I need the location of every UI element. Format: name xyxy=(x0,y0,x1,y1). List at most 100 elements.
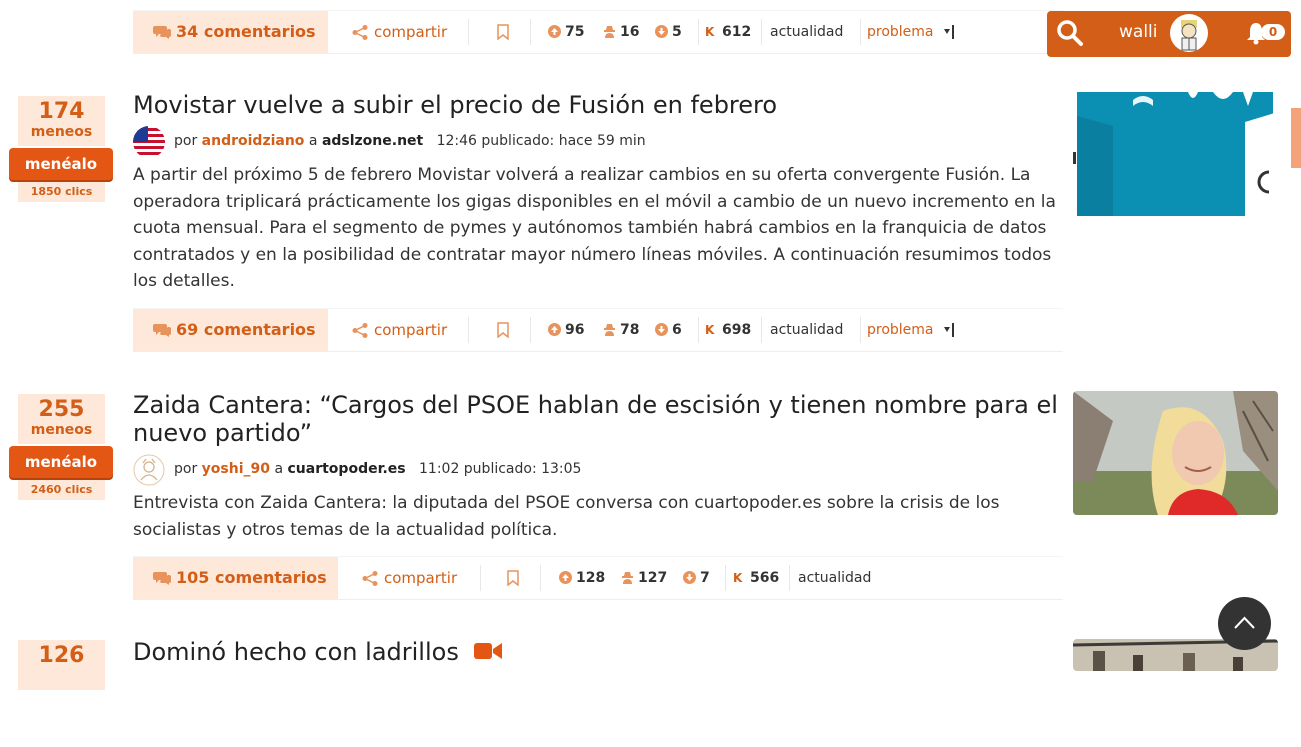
search-icon[interactable] xyxy=(1053,16,1087,50)
story-title-text: Dominó hecho con ladrillos xyxy=(133,638,459,666)
upvotes-count: 96 xyxy=(565,322,585,338)
to-label: a xyxy=(308,133,318,149)
upvotes: 96 xyxy=(548,309,585,351)
arrow-down-icon xyxy=(683,571,696,584)
source-site[interactable]: adslzone.net xyxy=(322,133,423,149)
divider xyxy=(468,19,469,45)
user-avatar[interactable] xyxy=(133,126,165,158)
share-label: compartir xyxy=(374,321,448,339)
karma-value: 566 xyxy=(750,570,780,586)
karma: K 566 xyxy=(733,557,780,599)
category-link[interactable]: actualidad xyxy=(770,11,843,53)
share-icon xyxy=(352,25,368,40)
votes-count: 126 xyxy=(38,643,85,668)
user-avatar[interactable] xyxy=(1170,14,1208,52)
downvotes-count: 5 xyxy=(672,24,682,40)
share-button[interactable]: compartir xyxy=(352,11,448,53)
comments-button[interactable]: 105 comentarios xyxy=(133,557,338,599)
divider xyxy=(530,19,531,45)
share-icon xyxy=(362,571,378,586)
username[interactable]: walli xyxy=(1119,22,1158,42)
share-label: compartir xyxy=(374,23,448,41)
anonymous-count: 78 xyxy=(620,322,640,338)
arrow-up-icon xyxy=(548,323,561,336)
scrollbar-thumb[interactable] xyxy=(1291,108,1301,168)
anonymous-votes: 78 xyxy=(604,309,640,351)
downvotes-count: 6 xyxy=(672,322,682,338)
story-thumbnail[interactable] xyxy=(1073,391,1278,515)
story-thumbnail[interactable] xyxy=(1073,92,1278,216)
divider xyxy=(480,565,481,591)
user-avatar[interactable] xyxy=(133,454,165,486)
story-description: A partir del próximo 5 de febrero Movist… xyxy=(133,165,1056,291)
divider xyxy=(530,317,531,343)
downvotes: 5 xyxy=(655,11,682,53)
divider xyxy=(725,565,726,591)
comments-count: 105 comentarios xyxy=(176,568,327,587)
share-label: compartir xyxy=(384,569,458,587)
upvotes: 75 xyxy=(548,11,585,53)
bookmark-icon[interactable] xyxy=(496,322,510,338)
comments-icon xyxy=(153,26,171,39)
problem-label: problema xyxy=(867,322,934,338)
by-label: por xyxy=(174,461,198,477)
anonymous-votes: 127 xyxy=(622,557,667,599)
anonymous-count: 16 xyxy=(620,24,640,40)
comments-button[interactable]: 34 comentarios xyxy=(133,11,328,53)
comments-button[interactable]: 69 comentarios xyxy=(133,309,328,351)
share-button[interactable]: compartir xyxy=(362,557,458,599)
story-title[interactable]: Dominó hecho con ladrillos xyxy=(133,638,503,666)
comments-count: 69 comentarios xyxy=(176,320,316,339)
votes-count: 255 xyxy=(38,397,85,422)
submitter-link[interactable]: yoshi_90 xyxy=(202,461,270,477)
meneos-counter: 126 xyxy=(18,640,105,690)
bookmark-icon[interactable] xyxy=(496,24,510,40)
votes-count: 174 xyxy=(38,99,85,124)
upvotes-count: 128 xyxy=(576,570,606,586)
to-label: a xyxy=(274,461,284,477)
votes-label: meneos xyxy=(30,124,93,140)
user-bar: walli 0 xyxy=(1047,11,1291,57)
back-to-top-button[interactable] xyxy=(1218,597,1271,650)
karma-value: 698 xyxy=(722,322,752,338)
source-site[interactable]: cuartopoder.es xyxy=(288,461,406,477)
arrow-up-icon xyxy=(559,571,572,584)
share-button[interactable]: compartir xyxy=(352,309,448,351)
arrow-down-icon xyxy=(655,323,668,336)
bookmark-icon[interactable] xyxy=(506,570,520,586)
story-title[interactable]: Movistar vuelve a subir el precio de Fus… xyxy=(133,91,777,119)
votes-label: meneos xyxy=(30,422,93,438)
category-link[interactable]: actualidad xyxy=(770,309,843,351)
vote-box: 126 xyxy=(18,640,105,747)
category-link[interactable]: actualidad xyxy=(798,557,871,599)
story-actions: 34 comentarios compartir 75 16 5 K 612 ac… xyxy=(133,10,1063,54)
story-actions: 105 comentarios compartir 128 127 7 K 566… xyxy=(133,556,1063,600)
divider xyxy=(761,19,762,45)
story-title[interactable]: Zaida Cantera: “Cargos del PSOE hablan d… xyxy=(133,391,1063,447)
karma-icon: K xyxy=(705,323,715,337)
arrow-down-icon xyxy=(655,25,668,38)
problem-select[interactable]: problema xyxy=(860,317,954,343)
comments-icon xyxy=(153,324,171,337)
publish-time: 12:46 publicado: hace 59 min xyxy=(436,133,646,149)
upvotes-count: 75 xyxy=(565,24,585,40)
karma: K 698 xyxy=(705,309,752,351)
anonymous-user-icon xyxy=(622,572,633,584)
menealo-button[interactable]: menéalo xyxy=(9,446,113,478)
anonymous-votes: 16 xyxy=(604,11,640,53)
meneos-counter: 174 meneos xyxy=(18,96,105,146)
vote-box: 174 meneos menéalo 1850 clics xyxy=(9,96,113,203)
story-description: Entrevista con Zaida Cantera: la diputad… xyxy=(133,493,1000,540)
menealo-button[interactable]: menéalo xyxy=(9,148,113,180)
problem-select[interactable]: problema xyxy=(860,19,954,45)
karma: K 612 xyxy=(705,11,752,53)
submitter-link[interactable]: androidziano xyxy=(202,133,305,149)
upvotes: 128 xyxy=(559,557,606,599)
vote-box: 255 meneos menéalo 2460 clics xyxy=(9,394,113,501)
divider xyxy=(468,317,469,343)
anonymous-user-icon xyxy=(604,26,615,38)
comments-count: 34 comentarios xyxy=(176,22,316,41)
notification-count[interactable]: 0 xyxy=(1261,24,1285,40)
comments-icon xyxy=(153,572,171,585)
karma-value: 612 xyxy=(722,24,752,40)
